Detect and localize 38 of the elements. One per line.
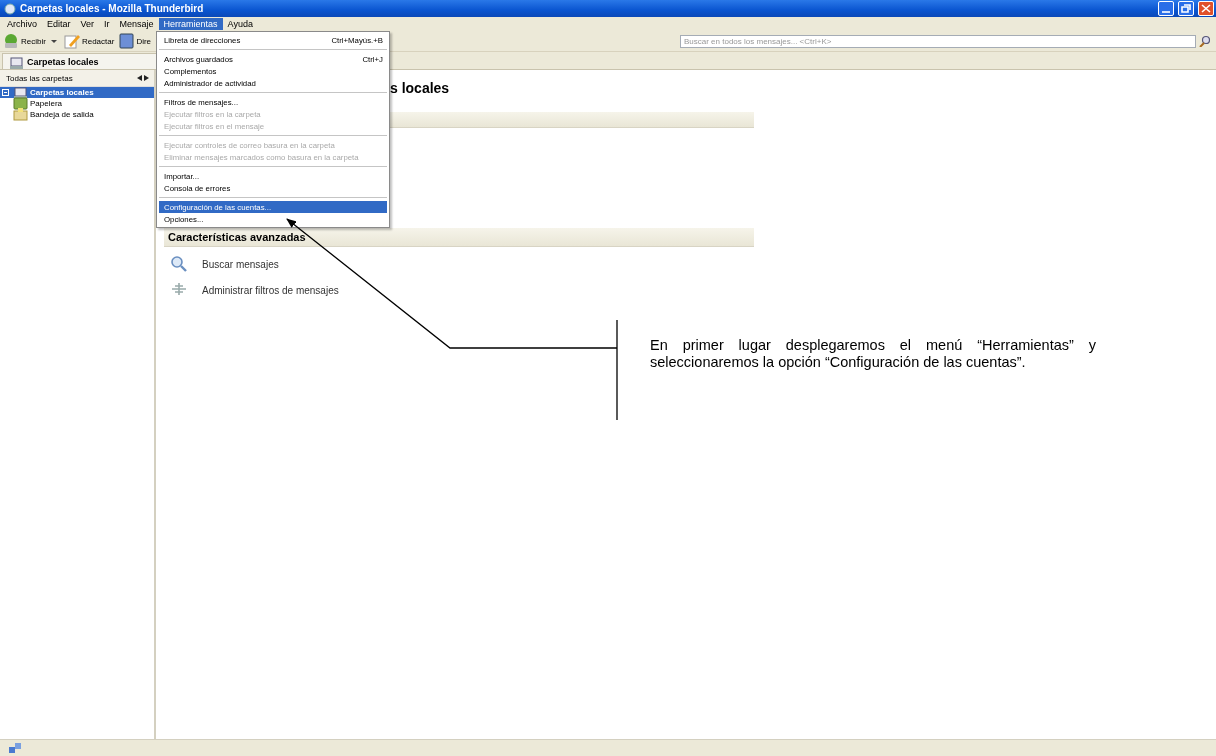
menu-item[interactable]: Mensaje (114, 18, 159, 30)
pencil-page-icon (63, 33, 80, 49)
restore-button[interactable] (1178, 1, 1194, 16)
menu-item[interactable]: Archivo (2, 18, 42, 30)
action-link[interactable]: Administrar filtros de mensajes (202, 284, 339, 296)
menu-item[interactable]: Ir (99, 18, 115, 30)
folder-icon (13, 96, 28, 111)
folder-item[interactable]: Bandeja de salida (13, 109, 154, 120)
app-icon (4, 2, 16, 15)
toolbar-button[interactable]: Recibir (2, 32, 47, 50)
right-arrow-icon[interactable] (143, 74, 150, 82)
search-icon (1198, 35, 1210, 47)
folder-item[interactable]: Carpetas locales (0, 87, 154, 98)
minimize-button[interactable] (1158, 1, 1174, 16)
search-field[interactable]: Buscar en todos los mensajes... <Ctrl+K> (680, 34, 1196, 48)
section-title: Características avanzadas (168, 231, 306, 243)
tab[interactable]: Carpetas locales (2, 53, 158, 69)
restore-icon (1181, 4, 1191, 13)
menu-item[interactable]: Ayuda (222, 18, 258, 30)
search-icon (170, 255, 188, 273)
page-heading: s locales (390, 80, 451, 98)
annotation-text: En primer lugar desplegaremos el menú “Herramientas” y seleccionaremos la opción “Configuración de las cuentas”. (650, 337, 1096, 371)
window-title: Carpetas locales - Mozilla Thunderbird (20, 3, 205, 14)
folder-item[interactable]: Papelera (13, 98, 154, 109)
action-link[interactable]: Buscar mensajes (202, 258, 279, 270)
folder-icon (13, 107, 28, 122)
toolbar-button[interactable]: Dire (117, 32, 153, 50)
minimize-icon (1162, 11, 1170, 13)
left-arrow-icon[interactable] (136, 74, 143, 82)
menu-item[interactable]: Herramientas (158, 18, 223, 30)
pane-header: Todas las carpetas (6, 73, 74, 83)
toolbar-button[interactable]: Redactar (62, 32, 116, 50)
caret-icon[interactable] (50, 39, 57, 43)
close-button[interactable] (1198, 1, 1214, 16)
menu-item[interactable]: Editar (42, 18, 76, 30)
menu-item[interactable]: Ver (75, 18, 100, 30)
expander-icon[interactable] (2, 89, 9, 96)
close-icon (1201, 4, 1211, 13)
